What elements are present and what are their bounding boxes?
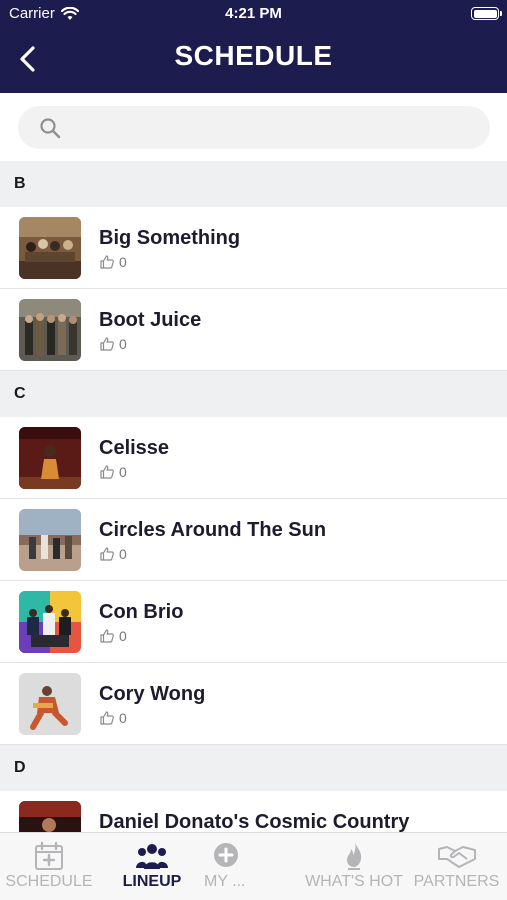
status-time: 4:21 PM (225, 5, 282, 22)
list-item[interactable]: Cory Wong 0 (0, 663, 507, 745)
artist-photo (19, 591, 81, 653)
section-header: C (0, 371, 507, 417)
list-item[interactable]: Boot Juice 0 (0, 289, 507, 371)
thumbs-up-icon (100, 547, 114, 561)
tab-label: MY ... (204, 873, 246, 890)
tab-label: LINEUP (122, 873, 182, 890)
artist-photo (19, 299, 81, 361)
list-item[interactable]: Daniel Donato's Cosmic Country 0 (0, 791, 507, 832)
flame-icon (347, 843, 362, 870)
tab-partners[interactable]: PARTNERS (406, 833, 507, 900)
artist-name: Big Something (99, 227, 241, 249)
like-count[interactable]: 0 (99, 336, 127, 352)
tab-lineup[interactable]: LINEUP (103, 833, 201, 900)
thumbs-up-icon (100, 255, 114, 269)
like-count[interactable]: 0 (99, 628, 127, 644)
search-input[interactable] (18, 106, 490, 149)
search-area (0, 93, 507, 161)
artist-name: Cory Wong (99, 683, 206, 705)
search-icon (40, 118, 61, 139)
calendar-add-icon (35, 841, 63, 870)
tab-bar: SCHEDULE LINEUP MY ... WHAT'S HOT PARTNE… (0, 832, 507, 900)
plus-circle-icon (214, 843, 238, 867)
status-bar: Carrier 4:21 PM (0, 0, 507, 28)
thumbs-up-icon (100, 711, 114, 725)
artist-photo (19, 673, 81, 735)
group-icon (136, 844, 168, 869)
artist-photo (19, 509, 81, 571)
like-count-value: 0 (119, 628, 127, 644)
artist-photo (19, 217, 81, 279)
list-item[interactable]: Big Something 0 (0, 207, 507, 289)
list-item[interactable]: Circles Around The Sun 0 (0, 499, 507, 581)
section-header: D (0, 745, 507, 791)
list-item[interactable]: Con Brio 0 (0, 581, 507, 663)
thumbs-up-icon (100, 629, 114, 643)
list-item[interactable]: Celisse 0 (0, 417, 507, 499)
thumbs-up-icon (100, 465, 114, 479)
tab-whats-hot[interactable]: WHAT'S HOT (304, 833, 404, 900)
like-count-value: 0 (119, 546, 127, 562)
lineup-list[interactable]: B Big Something 0 Boot Juice 0 C Celisse… (0, 161, 507, 832)
like-count[interactable]: 0 (99, 464, 127, 480)
artist-name: Daniel Donato's Cosmic Country (99, 811, 410, 832)
tab-schedule[interactable]: SCHEDULE (0, 833, 98, 900)
like-count-value: 0 (119, 254, 127, 270)
section-header: B (0, 161, 507, 207)
artist-name: Celisse (99, 437, 170, 459)
like-count[interactable]: 0 (99, 254, 127, 270)
handshake-icon (437, 846, 476, 868)
like-count-value: 0 (119, 336, 127, 352)
artist-name: Con Brio (99, 601, 184, 623)
artist-name: Circles Around The Sun (99, 519, 327, 541)
like-count[interactable]: 0 (99, 710, 127, 726)
tab-label: PARTNERS (413, 873, 500, 890)
like-count[interactable]: 0 (99, 546, 127, 562)
battery-icon (471, 7, 502, 20)
like-count-value: 0 (119, 464, 127, 480)
artist-photo (19, 801, 81, 832)
tab-my[interactable]: MY ... (196, 833, 256, 900)
tab-label: WHAT'S HOT (305, 873, 403, 890)
header-bar: Carrier 4:21 PM SCHEDULE (0, 0, 507, 93)
artist-photo (19, 427, 81, 489)
page-title: SCHEDULE (174, 40, 333, 71)
like-count-value: 0 (119, 710, 127, 726)
thumbs-up-icon (100, 337, 114, 351)
artist-name: Boot Juice (99, 309, 202, 331)
tab-label: SCHEDULE (5, 873, 93, 890)
